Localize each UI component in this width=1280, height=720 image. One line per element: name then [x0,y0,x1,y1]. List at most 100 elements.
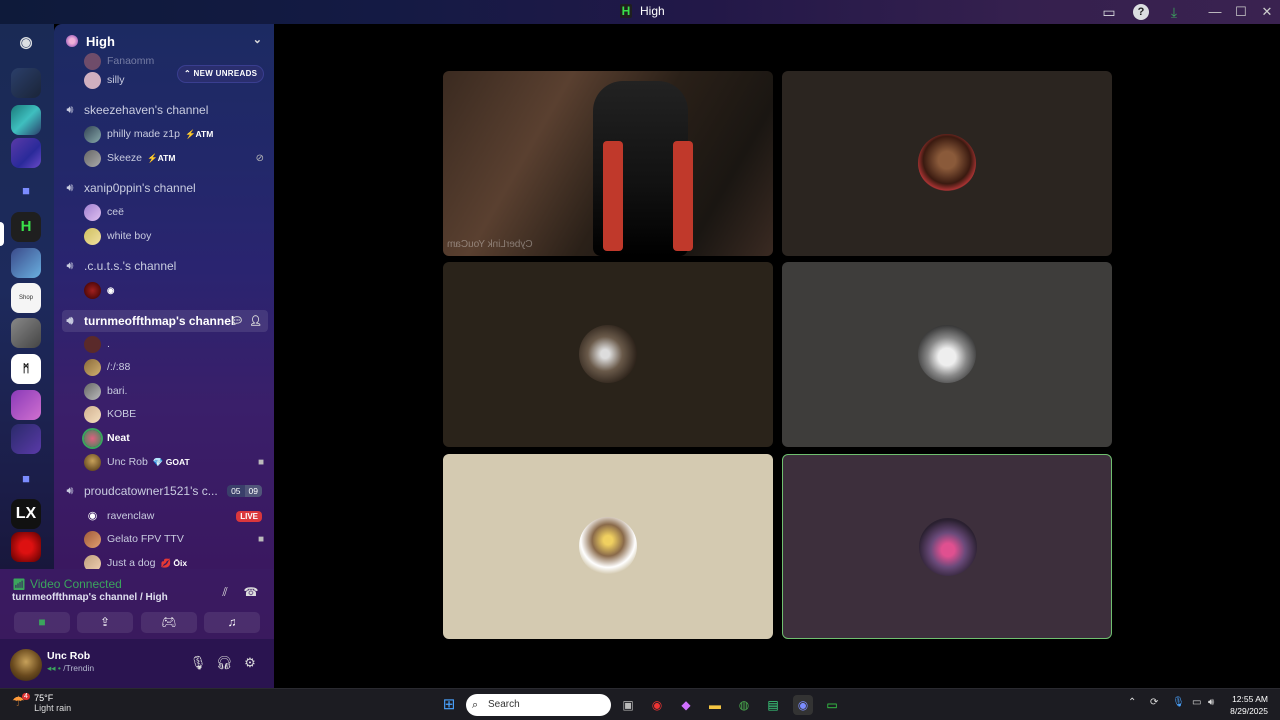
screen-share-button[interactable]: ⇪ [77,612,133,633]
clock[interactable]: 12:55 AM 8/29/2025 [1230,693,1268,717]
voice-user[interactable]: ceë [84,202,266,222]
weather-widget[interactable]: ☂ 4 75°F Light rain [12,693,71,713]
server-icon[interactable] [11,248,41,278]
channel-name: turnmeoffthmap's channel [84,314,235,328]
voice-user[interactable]: Gelato FPV TTV ■ [84,529,266,549]
speaker-icon: 🔊︎ [66,103,74,116]
voice-channel[interactable]: 🔊︎ proudcatowner1521's c... 05 09 [62,481,268,501]
video-tile-camera[interactable]: CyberLink YouCam [443,71,773,256]
inbox-icon[interactable]: ▭ [1101,4,1117,20]
voice-user[interactable]: Unc Rob 💎 GOAT ■ [84,452,266,472]
server-icon[interactable] [11,138,41,168]
voice-user[interactable]: . [84,334,266,354]
avatar [84,52,101,70]
noise-suppression-icon[interactable]: ⫽ [216,583,234,601]
avatar [84,429,101,447]
microphone-tray-icon[interactable]: 🎙︎ [1172,697,1185,708]
voice-user[interactable]: Just a dog 💋 Ōix [84,553,266,569]
activity-button[interactable]: 🎮︎ [141,612,197,633]
voice-user[interactable]: KOBE [84,404,266,424]
voice-channel-path[interactable]: turnmeoffthmap's channel / High [12,592,168,603]
sync-icon[interactable]: ⟳ [1150,697,1158,708]
current-count: 05 [227,485,245,497]
server-icon[interactable]: LX [11,499,41,529]
file-explorer-icon[interactable]: ▬ [705,695,725,715]
server-icon: H [620,4,632,18]
volume-icon[interactable]: 🔊︎ [1208,697,1214,708]
voice-channel[interactable]: 🔊︎ xanip0ppin's channel [62,178,268,198]
voice-user[interactable]: ◉ [84,280,266,300]
download-icon[interactable]: ⤓ [1166,4,1182,20]
headphones-icon[interactable]: 🎧︎ [214,653,234,673]
voice-user-speaking[interactable]: Neat [84,428,266,448]
voice-channel[interactable]: 🔊︎ skeezehaven's channel [62,100,268,120]
discord-home-icon[interactable]: ◉ [11,28,41,58]
task-view-icon[interactable]: ▣ [618,695,638,715]
user-name: ravenclaw [107,510,155,522]
channel-name: .c.u.t.s.'s channel [84,259,177,273]
discord-icon: ◉ [87,509,98,522]
server-icon[interactable] [11,68,41,98]
user-count-badge: 05 09 [227,485,262,497]
server-icon-high[interactable]: H [11,212,41,242]
video-tile-avatar[interactable] [782,262,1112,447]
discord-taskbar-icon[interactable]: ◉ [793,695,813,715]
avatar [579,517,637,575]
chrome-icon[interactable]: ◍ [734,695,754,715]
folder-icon[interactable]: ■ [11,464,41,494]
date: 8/29/2025 [1230,706,1268,716]
user-name: white boy [107,230,152,242]
app-icon[interactable]: ▤ [763,695,783,715]
chevron-down-icon[interactable]: ⌄ [253,33,262,46]
avatar[interactable] [10,649,42,681]
new-unreads-pill[interactable]: ⌃ NEW UNREADS [178,66,264,82]
avatar [84,335,101,353]
soundboard-button[interactable]: ♫ [204,612,260,633]
server-icon[interactable] [11,532,41,562]
voice-user[interactable]: ◉ ravenclaw LIVE [84,506,266,526]
voice-user[interactable]: bari. [84,381,266,401]
gear-icon[interactable]: ⚙ [240,653,260,673]
video-tile-speaking[interactable] [782,454,1112,639]
camera-button[interactable]: ■ [14,612,70,633]
voice-channel[interactable]: 🔊︎ .c.u.t.s.'s channel [62,256,268,276]
avatar [84,71,101,89]
tray-overflow-icon[interactable]: ⌃ [1128,697,1136,708]
time: 12:55 AM [1232,694,1268,704]
video-tile-avatar[interactable] [443,262,773,447]
max-count: 09 [244,485,262,497]
server-icon[interactable] [11,390,41,420]
chat-icon[interactable]: 💬︎ [231,316,244,327]
video-tile-avatar[interactable] [443,454,773,639]
server-icon[interactable]: Shop [11,283,41,313]
voice-user[interactable]: /:/:88 [84,357,266,377]
add-user-icon[interactable]: 👤︎ [249,316,262,327]
server-icon[interactable] [11,424,41,454]
voice-connection-panel: 📶︎ Video Connected turnmeoffthmap's chan… [0,569,274,639]
voice-channel-active[interactable]: 🔊︎ turnmeoffthmap's channel 💬︎ 👤︎ [62,310,268,332]
taskbar-search[interactable]: ⌕ Search [466,694,611,716]
disconnect-icon[interactable]: ☎ [242,583,260,601]
network-icon[interactable]: ▭ [1192,697,1201,708]
windows-start-icon[interactable]: ⊞ [439,695,459,715]
server-icon[interactable] [11,318,41,348]
avatar [84,554,101,569]
avatar [84,453,101,471]
avatar [579,325,637,383]
voice-user[interactable]: white boy [84,226,266,246]
selected-indicator [0,222,4,246]
channel-name: proudcatowner1521's c... [84,484,218,498]
voice-user[interactable]: Skeeze ⚡ATM ⊘ [84,148,266,168]
server-icon[interactable]: ᛗ [11,354,41,384]
folder-icon[interactable]: ■ [11,176,41,206]
video-tile-avatar[interactable] [782,71,1112,256]
user-tag: ⚡ATM [147,152,176,163]
close-button[interactable]: ✕ [1252,2,1280,22]
app-icon[interactable]: ▭ [822,695,842,715]
microphone-icon[interactable]: 🎙︎ [188,653,208,673]
app-icon[interactable]: ◉ [647,695,667,715]
copilot-icon[interactable]: ◆ [676,695,696,715]
voice-user[interactable]: philly made z1p ⚡ATM [84,124,266,144]
server-icon[interactable] [11,105,41,135]
help-icon[interactable]: ? [1133,4,1149,20]
